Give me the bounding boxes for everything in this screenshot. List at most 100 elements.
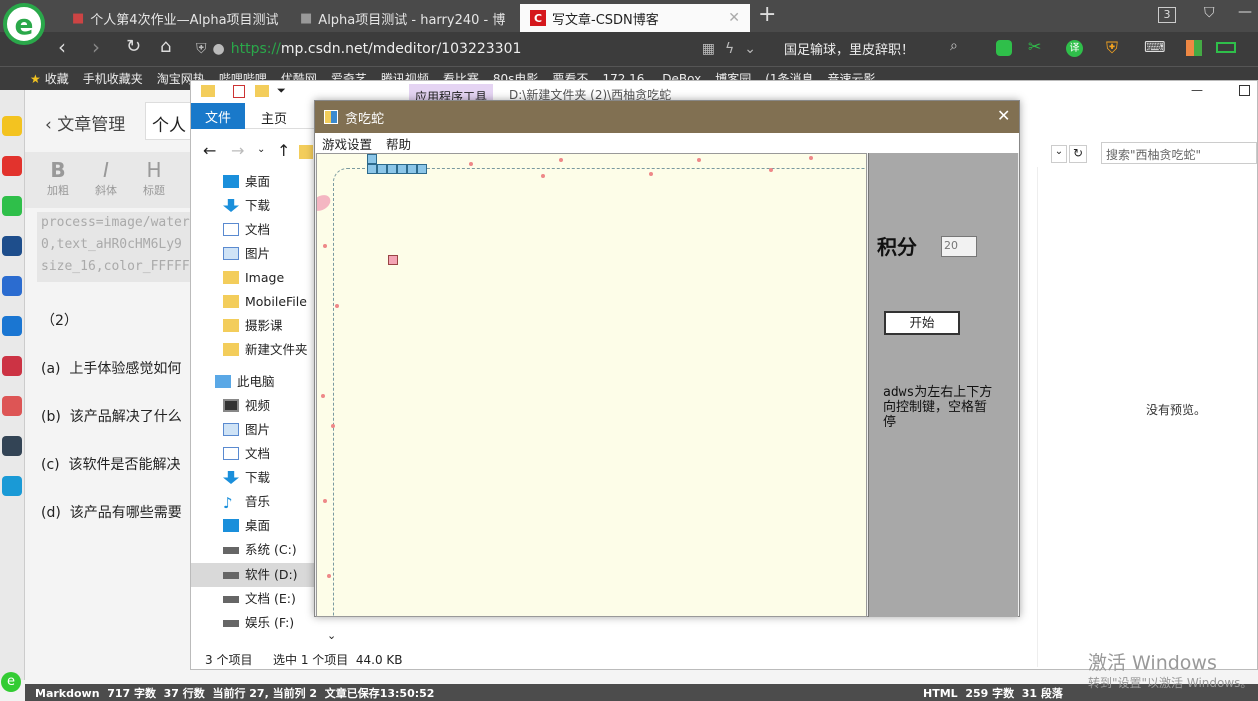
folder-icon	[201, 85, 215, 97]
tree-drive-f[interactable]: 娱乐 (F:)	[223, 612, 294, 634]
close-icon[interactable]: ✕	[997, 106, 1010, 125]
code-line: size_16,color_FFFFFF	[41, 259, 190, 274]
apps-icon[interactable]	[1186, 40, 1202, 56]
decor-dot	[331, 424, 335, 428]
minimize-icon[interactable]: —	[1191, 83, 1203, 97]
nav-scroll-down-icon[interactable]: ⌄	[327, 629, 336, 642]
shield-badge-icon[interactable]: ⛨	[1106, 38, 1118, 58]
tree-label: 摄影课	[245, 318, 283, 333]
shirt-icon[interactable]: ⛉	[1204, 5, 1215, 21]
address-bar[interactable]: ⛨ ● https:// mp.csdn.net/mdeditor/103223…	[196, 36, 756, 62]
tree-drive-c[interactable]: 系统 (C:)	[223, 539, 297, 561]
tree-new-folder[interactable]: 新建文件夹	[223, 339, 308, 361]
translate-icon[interactable]: 译	[1066, 40, 1083, 57]
qat-dropdown-icon[interactable]: ⏷	[277, 84, 286, 98]
new-tab-button[interactable]: +	[758, 2, 776, 27]
snake-body	[407, 164, 417, 174]
new-folder-icon[interactable]	[255, 85, 269, 97]
minimize-icon[interactable]: —	[1238, 4, 1252, 20]
tab-title: 个人第4次作业—Alpha项目测试	[90, 12, 279, 28]
recent-dropdown-icon[interactable]: ⌄	[257, 144, 265, 155]
article-title-input[interactable]: 个人	[145, 102, 195, 140]
app-icon	[324, 110, 338, 124]
tree-drive-e[interactable]: 文档 (E:)	[223, 588, 296, 610]
menu-game-settings[interactable]: 游戏设置	[322, 134, 372, 153]
bookmark-item[interactable]: 收藏	[45, 70, 69, 87]
game-icon[interactable]	[2, 356, 22, 376]
forward-arrow-icon[interactable]: →	[231, 141, 244, 160]
tree-desktop[interactable]: 桌面	[223, 171, 270, 193]
favorites-icon[interactable]	[2, 116, 22, 136]
start-button[interactable]: 开始	[884, 311, 960, 335]
italic-button[interactable]: I 斜体	[95, 158, 117, 198]
news-icon[interactable]	[2, 236, 22, 256]
ribbon-home-tab[interactable]: 主页	[261, 108, 287, 127]
address-dropdown-icon[interactable]: ⌄	[1051, 145, 1067, 163]
question-text: 该产品有哪些需要	[69, 505, 182, 521]
tree-pictures[interactable]: 图片	[223, 243, 270, 265]
game3-icon[interactable]	[2, 436, 22, 456]
tree-mobilefile[interactable]: MobileFile	[223, 291, 307, 313]
snake-game-window: 贪吃蛇 ✕ 游戏设置 帮助 积分 20 开始 adws为左右上下方向控制键，空格…	[314, 100, 1020, 617]
article-manage-link[interactable]: ‹ 文章管理	[45, 110, 125, 135]
bookmark-item[interactable]: 手机收藏夹	[83, 70, 143, 87]
explorer-search-input[interactable]: 搜索"西柚贪吃蛇"	[1101, 142, 1257, 164]
ribbon-file-tab[interactable]: 文件	[191, 103, 245, 129]
tree-pc-downloads[interactable]: 下载	[223, 467, 270, 489]
tree-drive-d[interactable]: 软件 (D:)	[223, 564, 298, 586]
tree-pc-pictures[interactable]: 图片	[223, 419, 270, 441]
browser-logo-icon[interactable]: e	[3, 3, 45, 45]
address-refresh-icon[interactable]: ↻	[1069, 145, 1087, 163]
status-right: HTML 259 字数 31 段落	[923, 687, 1063, 700]
back-icon[interactable]: ‹	[58, 35, 66, 59]
snake-body	[387, 164, 397, 174]
browser-toolbar: ‹ › ↻ ⌂ ⛨ ● https:// mp.csdn.net/mdedito…	[0, 32, 1258, 66]
gamepad-icon[interactable]: ⌨	[1144, 38, 1166, 56]
chat-app-icon[interactable]	[2, 316, 22, 336]
tree-pc-documents[interactable]: 文档	[223, 443, 270, 465]
heading-button[interactable]: H 标题	[143, 158, 165, 198]
forward-icon[interactable]: ›	[92, 35, 100, 59]
app-icon[interactable]	[2, 476, 22, 496]
close-tab-icon[interactable]: ✕	[728, 10, 740, 26]
tree-this-pc[interactable]: 此电脑	[215, 371, 275, 393]
computer-icon	[215, 375, 231, 388]
tree-photo-class[interactable]: 摄影课	[223, 315, 283, 337]
back-arrow-icon[interactable]: ←	[203, 141, 216, 160]
shield-icon: ⛨	[196, 41, 207, 57]
lightning-icon[interactable]: ϟ	[725, 41, 734, 57]
maximize-icon[interactable]	[1239, 85, 1250, 96]
tree-music[interactable]: ♪ 音乐	[223, 491, 270, 513]
game-board[interactable]	[316, 153, 867, 617]
score-field[interactable]: 20	[941, 236, 977, 257]
properties-icon[interactable]	[233, 85, 245, 98]
refresh-icon[interactable]: ↻	[126, 36, 141, 57]
tree-downloads[interactable]: 下载	[223, 195, 270, 217]
tree-pc-desktop[interactable]: 桌面	[223, 515, 270, 537]
bold-button[interactable]: B 加粗	[47, 158, 69, 198]
tree-videos[interactable]: 视频	[223, 395, 270, 417]
search-hint[interactable]: 国足输球，里皮辞职！	[784, 39, 914, 58]
tree-image[interactable]: Image	[223, 267, 284, 289]
chat-icon[interactable]	[996, 40, 1012, 56]
mail-icon[interactable]	[2, 196, 22, 216]
menu-help[interactable]: 帮助	[386, 134, 411, 153]
chevron-down-icon[interactable]: ⌄	[744, 41, 756, 57]
tab-alpha-test[interactable]: ■ Alpha项目测试 - harry240 - 博	[290, 4, 512, 32]
tree-documents[interactable]: 文档	[223, 219, 270, 241]
scissors-icon[interactable]: ✂	[1028, 37, 1041, 56]
home-icon[interactable]: ⌂	[160, 36, 171, 57]
up-arrow-icon[interactable]: ↑	[277, 141, 290, 160]
star-icon: ★	[30, 71, 41, 86]
game2-icon[interactable]	[2, 396, 22, 416]
tab-csdn-write[interactable]: C 写文章-CSDN博客 ✕	[520, 4, 750, 32]
tab-count-badge[interactable]: 3	[1158, 7, 1176, 23]
sidebar-add-icon[interactable]: e	[1, 672, 21, 692]
tree-label: 下载	[245, 470, 271, 485]
weibo-icon[interactable]	[2, 156, 22, 176]
code-line: process=image/waterm	[41, 215, 190, 230]
tab-alpha-homework[interactable]: ■ 个人第4次作业—Alpha项目测试	[62, 4, 284, 32]
word-icon[interactable]	[2, 276, 22, 296]
search-icon[interactable]: ⌕	[950, 38, 958, 54]
qr-icon[interactable]: ▦	[702, 41, 715, 57]
